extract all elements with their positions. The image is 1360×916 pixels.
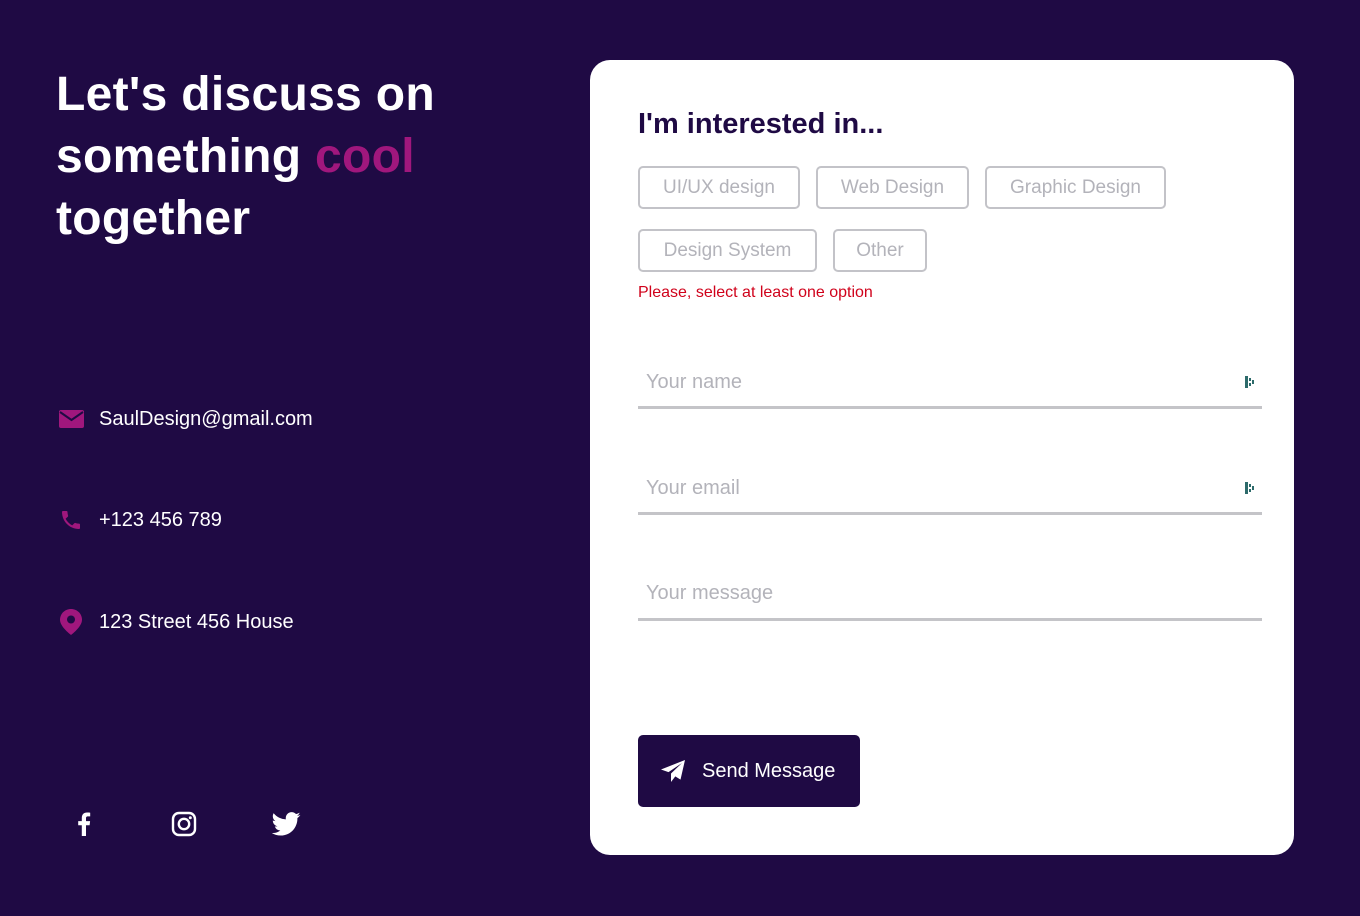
contact-info-panel: Let's discuss on something cool together… xyxy=(0,0,560,916)
email-field xyxy=(638,468,1262,515)
send-message-button[interactable]: Send Message xyxy=(638,735,860,807)
headline-line-3: together xyxy=(56,192,251,245)
message-field xyxy=(638,574,1262,621)
paper-plane-icon xyxy=(660,759,686,783)
twitter-icon[interactable] xyxy=(270,808,302,840)
contact-email: SaulDesign@gmail.com xyxy=(58,406,313,432)
option-error-message: Please, select at least one option xyxy=(638,284,873,301)
option-uiux-design[interactable]: UI/UX design xyxy=(638,166,800,209)
autofill-key-icon[interactable] xyxy=(1244,481,1256,500)
autofill-key-icon[interactable] xyxy=(1244,375,1256,394)
form-title: I'm interested in... xyxy=(638,108,884,140)
contact-phone: +123 456 789 xyxy=(58,507,222,533)
option-web-design[interactable]: Web Design xyxy=(816,166,969,209)
contact-address-text: 123 Street 456 House xyxy=(99,610,294,633)
location-pin-icon xyxy=(58,609,84,635)
headline-line-2: something xyxy=(56,130,316,183)
contact-address: 123 Street 456 House xyxy=(58,609,294,635)
page-headline: Let's discuss on something cool together xyxy=(56,64,435,250)
option-other[interactable]: Other xyxy=(833,229,927,272)
instagram-icon[interactable] xyxy=(168,808,200,840)
contact-email-text: SaulDesign@gmail.com xyxy=(99,407,313,430)
headline-line-1: Let's discuss on xyxy=(56,68,435,121)
option-graphic-design[interactable]: Graphic Design xyxy=(985,166,1166,209)
name-field xyxy=(638,362,1262,409)
mail-icon xyxy=(58,406,84,432)
contact-form-card: I'm interested in... UI/UX design Web De… xyxy=(590,60,1294,855)
message-textarea[interactable] xyxy=(638,574,1228,614)
name-input[interactable] xyxy=(638,362,1236,402)
phone-icon xyxy=(58,507,84,533)
email-input[interactable] xyxy=(638,468,1236,508)
headline-accent-word: cool xyxy=(315,130,415,183)
contact-phone-text: +123 456 789 xyxy=(99,508,222,531)
facebook-icon[interactable] xyxy=(68,808,100,840)
option-design-system[interactable]: Design System xyxy=(638,229,817,272)
send-message-label: Send Message xyxy=(702,759,836,782)
